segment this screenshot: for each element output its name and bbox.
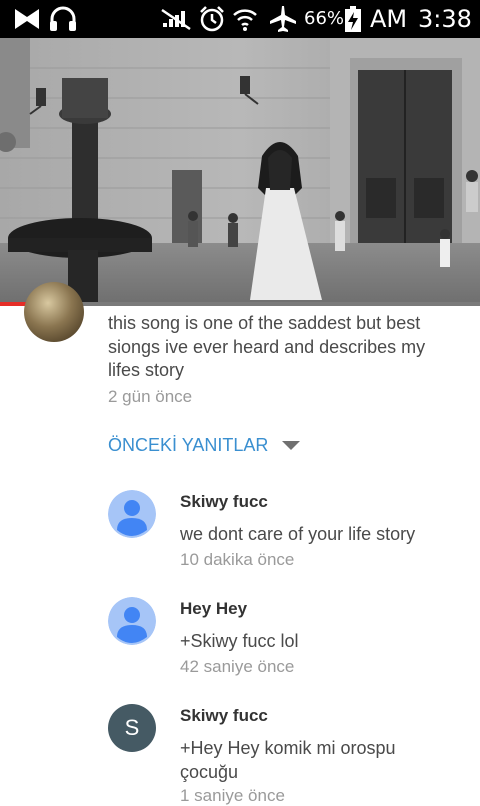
alarm-icon xyxy=(198,0,226,38)
battery-charging-icon xyxy=(344,0,362,38)
signal-muted-icon xyxy=(160,0,192,38)
am-pm: AM xyxy=(370,5,408,33)
reply-text: +Skiwy fucc lol xyxy=(180,631,299,651)
previous-replies-button[interactable]: ÖNCEKİ YANITLAR xyxy=(108,432,301,458)
commenter-avatar[interactable] xyxy=(24,282,84,342)
reply-author[interactable]: Skiwy fucc xyxy=(180,492,268,512)
default-person-icon xyxy=(108,597,156,645)
reply-time: 42 saniye önce xyxy=(180,657,295,676)
reply-time: 10 dakika önce xyxy=(180,550,295,569)
clock-time: 3:38 xyxy=(418,5,472,33)
reply-author[interactable]: Hey Hey xyxy=(180,599,247,619)
status-bar: 66% AM 3:38 xyxy=(0,0,480,38)
reply-avatar[interactable] xyxy=(108,490,156,538)
reply-time: 1 saniye önce xyxy=(180,786,285,805)
wifi-icon xyxy=(232,0,258,38)
app-bow-icon xyxy=(14,0,40,38)
reply-text: we dont care of your life story xyxy=(180,524,416,544)
headphones-icon xyxy=(48,0,78,38)
reply-author[interactable]: Skiwy fucc xyxy=(180,706,268,726)
video-player[interactable] xyxy=(0,38,480,306)
previous-replies-label: ÖNCEKİ YANITLAR xyxy=(108,434,269,455)
comment-time: 2 gün önce xyxy=(108,387,193,406)
default-person-icon xyxy=(108,490,156,538)
reply-avatar[interactable] xyxy=(108,597,156,645)
reply-avatar-letter[interactable]: S xyxy=(108,704,156,752)
battery-percent: 66% xyxy=(304,8,345,29)
chevron-down-icon xyxy=(282,440,301,450)
video-frame-image xyxy=(0,38,480,306)
comment-text: this song is one of the saddest but best… xyxy=(108,313,426,380)
airplane-icon xyxy=(268,0,298,38)
reply-text: +Hey Hey komik mi orospu çocuğu xyxy=(180,738,396,782)
